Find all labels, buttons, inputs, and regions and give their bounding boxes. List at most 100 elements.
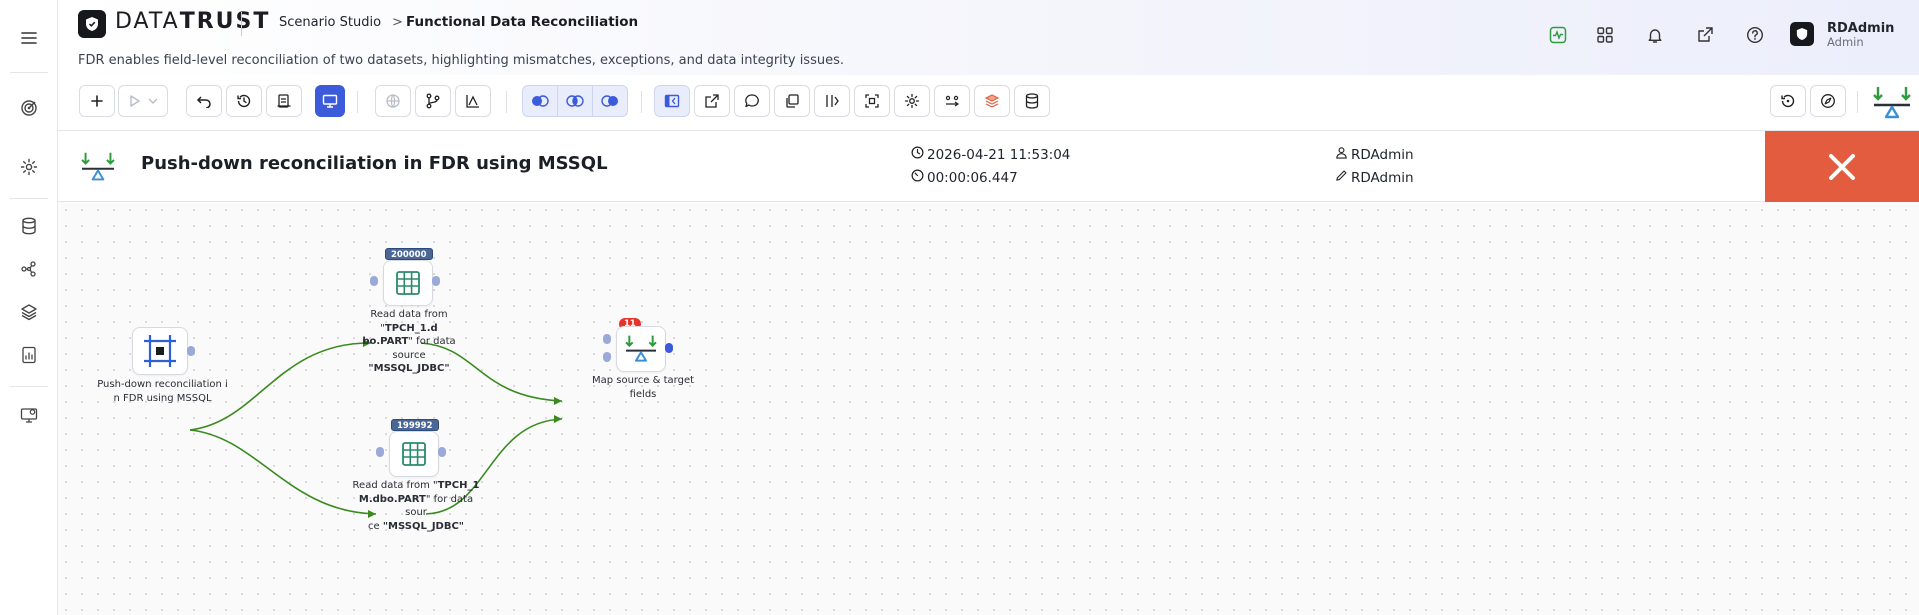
header-divider (241, 12, 242, 36)
rail-divider (10, 198, 48, 199)
input-port[interactable] (370, 276, 378, 286)
toolbar-divider (506, 91, 507, 113)
user-name[interactable]: RDAdmin (1827, 21, 1894, 36)
edited-by: RDAdmin (1335, 169, 1414, 186)
output-port[interactable] (665, 343, 673, 353)
output-port[interactable] (187, 346, 195, 356)
fit-view-button[interactable] (854, 85, 890, 117)
timestamp-value: 2026-04-21 11:53:04 (927, 146, 1071, 163)
rail-divider (10, 386, 48, 387)
output-port[interactable] (438, 447, 446, 457)
split-button[interactable] (814, 85, 850, 117)
reconcile-balance-icon[interactable] (1872, 85, 1912, 121)
copy-button[interactable] (774, 85, 810, 117)
menu-icon[interactable] (17, 26, 41, 50)
report-icon[interactable] (17, 343, 41, 367)
pencil-icon (1335, 169, 1348, 186)
workflow-edges (189, 339, 563, 518)
layers-icon[interactable] (17, 300, 41, 324)
database-icon[interactable] (17, 214, 41, 238)
reconciliation-info-bar: Push-down reconciliation in FDR using MS… (58, 131, 1919, 202)
read-table-node[interactable] (383, 260, 433, 306)
run-timestamp: 2026-04-21 11:53:04 (911, 146, 1070, 163)
settings-button[interactable] (894, 85, 930, 117)
logo-wordmark: DATATRUST (115, 9, 271, 34)
read-node-1-label: Read data from "TPCH_1.d bo.PART" for dat… (362, 309, 456, 374)
stack-button[interactable] (974, 85, 1010, 117)
breadcrumb-root[interactable]: Scenario Studio (279, 15, 381, 30)
close-icon (1829, 153, 1855, 180)
toolbar-divider (1857, 91, 1858, 113)
table-icon (396, 271, 420, 295)
rail-divider (10, 72, 48, 73)
reconcile-balance-icon (625, 335, 657, 362)
comment-button[interactable] (734, 85, 770, 117)
history-button[interactable] (226, 85, 262, 117)
input-port[interactable] (603, 334, 611, 344)
undo-button[interactable] (186, 85, 222, 117)
edge-source-to-read2 (189, 429, 377, 515)
help-icon[interactable] (1743, 23, 1767, 47)
bell-icon[interactable] (1643, 23, 1667, 47)
input-port[interactable] (603, 352, 611, 362)
arrowhead (554, 397, 562, 405)
created-by-value: RDAdmin (1351, 146, 1414, 163)
display-mode-button[interactable] (315, 85, 345, 117)
add-button[interactable] (79, 85, 115, 117)
read-node-2-label: Read data from "TPCH_1 M.dbo.PART" for da… (352, 480, 480, 532)
avatar[interactable] (1790, 22, 1814, 46)
run-button[interactable] (118, 85, 168, 117)
user-icon (1335, 146, 1348, 163)
share-graph-icon[interactable] (17, 257, 41, 281)
restore-button[interactable] (1770, 85, 1806, 117)
close-button[interactable] (1765, 131, 1919, 202)
run-duration: 00:00:06.447 (911, 169, 1018, 186)
toolbar-divider (357, 91, 358, 113)
page-subtitle: FDR enables field-level reconciliation o… (78, 53, 844, 68)
timer-icon (911, 169, 924, 186)
map-fields-node[interactable] (616, 326, 666, 372)
source-scenario-node[interactable] (132, 327, 188, 375)
breadcrumb-current: Functional Data Reconciliation (406, 14, 639, 30)
frame-select-icon (144, 335, 176, 367)
input-port[interactable] (376, 447, 384, 457)
activity-icon[interactable] (1546, 23, 1570, 47)
table-icon (402, 442, 426, 466)
globe-button[interactable] (375, 85, 411, 117)
join-inner-button[interactable] (557, 85, 593, 117)
panel-toggle-button[interactable] (654, 85, 690, 117)
user-role: Admin (1827, 35, 1864, 49)
export-doc-button[interactable] (266, 85, 302, 117)
compass-button[interactable] (1810, 85, 1846, 117)
output-port[interactable] (432, 276, 440, 286)
edited-by-value: RDAdmin (1351, 169, 1414, 186)
join-left-button[interactable] (522, 85, 558, 117)
transform-button[interactable] (934, 85, 970, 117)
grid-icon[interactable] (1593, 23, 1617, 47)
breadcrumb-separator: > (392, 15, 403, 30)
chart-button[interactable] (455, 85, 491, 117)
external-link-icon[interactable] (1693, 23, 1717, 47)
logo-shield-icon (78, 10, 106, 38)
source-node-label: Push-down reconciliation in FDR using MS… (97, 379, 228, 404)
monitor-icon[interactable] (17, 403, 41, 427)
row-count-badge: 200000 (385, 248, 433, 260)
read-table-node[interactable] (389, 431, 439, 477)
toolbar-divider (641, 91, 642, 113)
toolbar (58, 75, 1919, 131)
reconcile-balance-icon (80, 151, 116, 183)
database-button[interactable] (1014, 85, 1050, 117)
open-external-button[interactable] (694, 85, 730, 117)
arrowhead (554, 415, 562, 423)
map-node-label: Map source & target fields (591, 375, 695, 400)
app-header: DATATRUST Scenario Studio > Functional D… (58, 0, 1919, 75)
left-rail (0, 0, 58, 615)
branch-button[interactable] (415, 85, 451, 117)
workflow-canvas[interactable]: Push-down reconciliation in FDR using MS… (58, 202, 1919, 615)
created-by: RDAdmin (1335, 146, 1414, 163)
duration-value: 00:00:06.447 (927, 169, 1018, 186)
clock-icon (911, 146, 924, 163)
join-right-button[interactable] (592, 85, 628, 117)
target-icon[interactable] (17, 96, 41, 120)
gear-icon[interactable] (17, 155, 41, 179)
